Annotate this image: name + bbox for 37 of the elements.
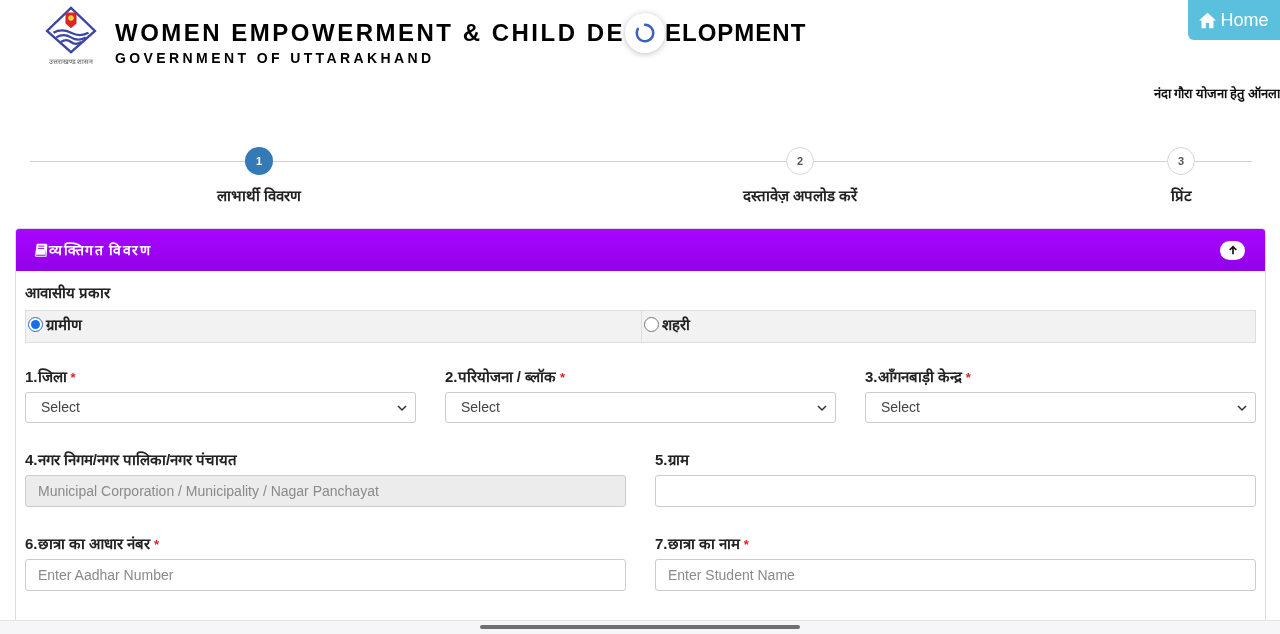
notice-text: नंदा गौरा योजना हेतु ऑनला — [1153, 85, 1280, 104]
arrow-up-icon — [1227, 245, 1238, 255]
house-icon — [1199, 11, 1217, 29]
input-field[interactable]: Enter Aadhar Number — [25, 559, 626, 591]
field-label: 4.नगर निगम/नगर पालिका/नगर पंचायत — [25, 450, 239, 470]
field-label: 5.ग्राम — [655, 450, 691, 470]
field-label: 3.आँगनबाड़ी केन्द्र * — [865, 367, 972, 387]
select-dropdown[interactable]: Select — [25, 392, 416, 423]
select-dropdown[interactable]: Select — [865, 392, 1256, 423]
step-label: दस्तावेज़ अपलोड करें — [742, 186, 858, 206]
step-number[interactable]: 2 — [786, 147, 814, 175]
field-label: 7.छात्रा का नाम * — [655, 534, 750, 554]
field-label: 1.जिला * — [25, 367, 77, 387]
radio-option[interactable]: शहरी — [643, 314, 690, 335]
emblem-logo-icon — [44, 6, 98, 54]
input-field[interactable] — [655, 475, 1256, 507]
radio-option[interactable]: ग्रामीण — [28, 314, 82, 335]
field-label: 6.छात्रा का आधार नंबर * — [25, 534, 161, 554]
radio-button[interactable] — [643, 317, 659, 332]
chevron-down-icon — [397, 402, 407, 413]
site-title: WOMEN EMPOWERMENT & CHILD DE — [115, 19, 625, 47]
chevron-down-icon — [817, 402, 827, 413]
select-dropdown[interactable]: Select — [445, 392, 836, 423]
chevron-down-icon — [1237, 402, 1247, 413]
step-label: लाभार्थी विवरण — [216, 186, 302, 206]
collapse-button[interactable] — [1220, 240, 1245, 260]
input-field[interactable]: Enter Student Name — [655, 559, 1256, 591]
book-icon — [34, 243, 48, 257]
step-number[interactable]: 3 — [1167, 147, 1195, 175]
field-label: 2.परियोजना / ब्लॉक * — [445, 367, 567, 387]
step-number[interactable]: 1 — [245, 147, 273, 175]
field-label: आवासीय प्रकार — [25, 283, 112, 303]
site-subtitle: GOVERNMENT OF UTTARAKHAND — [115, 50, 436, 66]
panel-title: व्यक्तिगत विवरण — [49, 240, 152, 260]
step-label: प्रिंट — [1170, 186, 1192, 206]
radio-button[interactable] — [28, 317, 43, 332]
site-title: ELOPMENT — [665, 19, 807, 47]
